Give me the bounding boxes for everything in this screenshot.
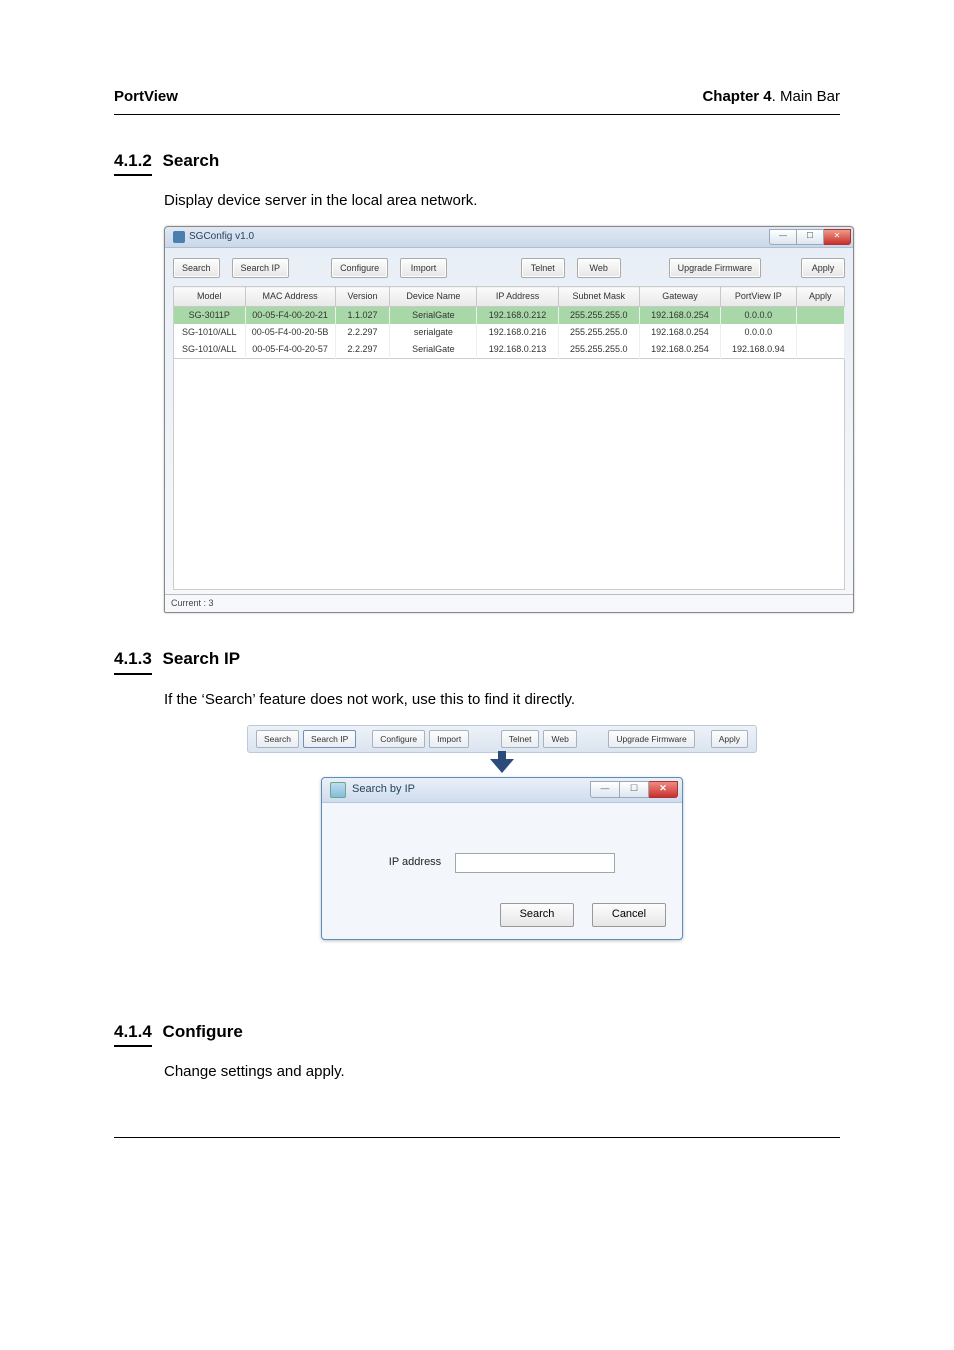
col-subnet[interactable]: Subnet Mask: [558, 287, 639, 307]
heading-title: Search: [163, 151, 220, 170]
cell-model: SG-3011P: [174, 307, 246, 325]
heading-num: 4.1.4: [114, 1020, 152, 1048]
page-header: PortView Chapter 4. Main Bar: [114, 86, 840, 115]
toolbar-strip: Search Search IP Configure Import Telnet…: [247, 725, 757, 753]
web-button[interactable]: Web: [577, 258, 621, 278]
cell-gw: 192.168.0.254: [639, 324, 720, 341]
cell-pv: 0.0.0.0: [721, 324, 797, 341]
cell-pv: 0.0.0.0: [721, 307, 797, 325]
search-ip-button[interactable]: Search IP: [303, 730, 356, 748]
col-portview[interactable]: PortView IP: [721, 287, 797, 307]
cell-ip: 192.168.0.213: [477, 341, 558, 359]
cell-model: SG-1010/ALL: [174, 324, 246, 341]
table-header-row: Model MAC Address Version Device Name IP…: [174, 287, 845, 307]
header-right: Chapter 4. Main Bar: [702, 86, 840, 108]
para-413: If the ‘Search’ feature does not work, u…: [164, 689, 840, 711]
col-mac[interactable]: MAC Address: [245, 287, 335, 307]
search-by-ip-dialog: Search by IP — ☐ ✕ IP address Search: [321, 777, 683, 940]
searchip-screenshot: Search Search IP Configure Import Telnet…: [247, 725, 757, 940]
sgconfig-toolbar: Search Search IP Configure Import Telnet…: [173, 258, 845, 278]
cell-ver: 2.2.297: [335, 341, 390, 359]
cell-ver: 1.1.027: [335, 307, 390, 325]
col-device-name[interactable]: Device Name: [390, 287, 477, 307]
maximize-button[interactable]: ☐: [797, 229, 824, 245]
cell-ver: 2.2.297: [335, 324, 390, 341]
apply-button[interactable]: Apply: [711, 730, 748, 748]
device-table[interactable]: Model MAC Address Version Device Name IP…: [173, 286, 845, 359]
search-button[interactable]: Search: [173, 258, 220, 278]
cell-gw: 192.168.0.254: [639, 307, 720, 325]
cell-model: SG-1010/ALL: [174, 341, 246, 359]
apply-button[interactable]: Apply: [801, 258, 845, 278]
dialog-search-button[interactable]: Search: [500, 903, 574, 927]
telnet-button[interactable]: Telnet: [521, 258, 565, 278]
cell-ip: 192.168.0.212: [477, 307, 558, 325]
minimize-button[interactable]: —: [769, 229, 797, 245]
cell-gw: 192.168.0.254: [639, 341, 720, 359]
heading-title: Configure: [163, 1022, 243, 1041]
ip-address-input[interactable]: [455, 853, 615, 873]
heading-title: Search IP: [163, 649, 241, 668]
cell-mac: 00-05-F4-00-20-5B: [245, 324, 335, 341]
minimize-button[interactable]: —: [590, 781, 620, 798]
heading-4-1-2: 4.1.2 Search: [114, 149, 840, 177]
cell-apply: [796, 341, 844, 359]
dialog-cancel-button[interactable]: Cancel: [592, 903, 666, 927]
search-ip-button[interactable]: Search IP: [232, 258, 290, 278]
cell-apply: [796, 307, 844, 325]
ip-address-label: IP address: [389, 855, 441, 871]
app-icon: [173, 231, 185, 243]
col-gateway[interactable]: Gateway: [639, 287, 720, 307]
telnet-button[interactable]: Telnet: [501, 730, 540, 748]
col-version[interactable]: Version: [335, 287, 390, 307]
cell-mask: 255.255.255.0: [558, 324, 639, 341]
sgconfig-titlebar[interactable]: SGConfig v1.0 — ☐ ✕: [165, 227, 853, 248]
cell-name: SerialGate: [390, 307, 477, 325]
sgconfig-window: SGConfig v1.0 — ☐ ✕ Search Search IP Con…: [164, 226, 854, 613]
dialog-title: Search by IP: [352, 782, 415, 798]
close-button[interactable]: ✕: [649, 781, 678, 798]
col-apply[interactable]: Apply: [796, 287, 844, 307]
header-chapter-rest: . Main Bar: [772, 88, 840, 105]
cell-apply: [796, 324, 844, 341]
heading-num: 4.1.3: [114, 647, 152, 675]
window-title: SGConfig v1.0: [189, 230, 254, 245]
table-row[interactable]: SG-3011P00-05-F4-00-20-211.1.027SerialGa…: [174, 307, 845, 325]
footer-rule: [114, 1137, 840, 1138]
header-left: PortView: [114, 86, 178, 108]
cell-name: serialgate: [390, 324, 477, 341]
heading-num: 4.1.2: [114, 149, 152, 177]
dialog-titlebar[interactable]: Search by IP — ☐ ✕: [322, 778, 682, 803]
upgrade-firmware-button[interactable]: Upgrade Firmware: [669, 258, 762, 278]
configure-button[interactable]: Configure: [372, 730, 425, 748]
status-bar: Current : 3: [165, 594, 853, 612]
maximize-button[interactable]: ☐: [620, 781, 649, 798]
col-ip[interactable]: IP Address: [477, 287, 558, 307]
table-row[interactable]: SG-1010/ALL00-05-F4-00-20-5B2.2.297seria…: [174, 324, 845, 341]
search-button[interactable]: Search: [256, 730, 299, 748]
heading-4-1-4: 4.1.4 Configure: [114, 1020, 840, 1048]
cell-pv: 192.168.0.94: [721, 341, 797, 359]
cell-ip: 192.168.0.216: [477, 324, 558, 341]
table-row[interactable]: SG-1010/ALL00-05-F4-00-20-572.2.297Seria…: [174, 341, 845, 359]
web-button[interactable]: Web: [543, 730, 576, 748]
heading-4-1-3: 4.1.3 Search IP: [114, 647, 840, 675]
cell-name: SerialGate: [390, 341, 477, 359]
callout-arrow-icon: [490, 759, 514, 773]
import-button[interactable]: Import: [429, 730, 469, 748]
cell-mac: 00-05-F4-00-20-57: [245, 341, 335, 359]
close-button[interactable]: ✕: [824, 229, 851, 245]
para-412: Display device server in the local area …: [164, 190, 840, 212]
header-chapter: Chapter 4: [702, 88, 771, 105]
cell-mac: 00-05-F4-00-20-21: [245, 307, 335, 325]
cell-mask: 255.255.255.0: [558, 341, 639, 359]
import-button[interactable]: Import: [400, 258, 447, 278]
upgrade-firmware-button[interactable]: Upgrade Firmware: [608, 730, 694, 748]
col-model[interactable]: Model: [174, 287, 246, 307]
dialog-icon: [330, 782, 346, 798]
configure-button[interactable]: Configure: [331, 258, 388, 278]
cell-mask: 255.255.255.0: [558, 307, 639, 325]
table-empty-area: [174, 359, 844, 543]
para-414: Change settings and apply.: [164, 1061, 840, 1083]
